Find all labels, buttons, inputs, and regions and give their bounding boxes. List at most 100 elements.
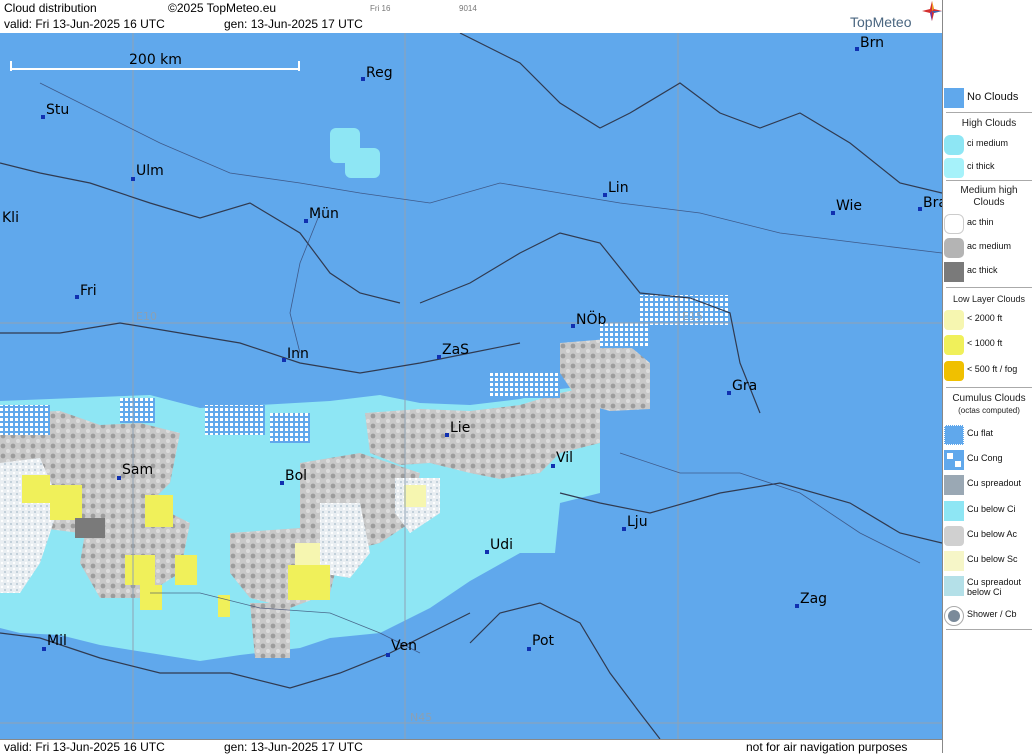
city-nob[interactable]: NÖb	[576, 310, 606, 328]
city-zas[interactable]: ZaS	[442, 342, 469, 358]
city-gra[interactable]: Gra	[732, 378, 757, 394]
city-sam[interactable]: Sam	[122, 462, 153, 478]
legend-label-ac-thin: ac thin	[967, 217, 994, 227]
legend-low-500: < 500 ft / fog	[943, 359, 1034, 381]
ci-patch-north	[330, 128, 380, 178]
legend-ac-thin: ac thin	[943, 212, 1034, 234]
legend-separator	[946, 387, 1032, 388]
legend-label-ac-thick: ac thick	[967, 265, 998, 275]
city-kli[interactable]: Kli	[2, 210, 19, 226]
legend-cu-below-sc: Cu below Sc	[943, 549, 1034, 571]
small-label-b: 9014	[459, 4, 477, 13]
city-bol[interactable]: Bol	[285, 468, 307, 484]
city-ven[interactable]: Ven	[391, 638, 417, 654]
city-reg[interactable]: Reg	[366, 65, 393, 81]
legend-label-ci-medium: ci medium	[967, 138, 1009, 148]
ac-thick-patch	[75, 518, 105, 538]
legend-label-cu-below-sc: Cu below Sc	[967, 554, 1018, 564]
city-lin[interactable]: Lin	[608, 180, 629, 196]
legend-cumulus-title-text: Cumulus Clouds	[952, 393, 1026, 404]
legend-cumulus-title: Cumulus Clouds (octas computed)	[945, 393, 1033, 417]
legend-label-low-500: < 500 ft / fog	[967, 364, 1018, 374]
legend-low-2000: < 2000 ft	[943, 308, 1034, 330]
city-fri[interactable]: Fri	[80, 283, 97, 299]
legend-label-low-1000: < 1000 ft	[967, 338, 1003, 348]
legend-ac-medium: ac medium	[943, 236, 1034, 258]
swatch-no-clouds	[944, 88, 964, 108]
legend-separator	[946, 180, 1032, 181]
legend-label-cu-cong: Cu Cong	[967, 453, 1003, 463]
swatch-low-1000	[944, 335, 964, 355]
map-title: Cloud distribution	[4, 1, 97, 15]
city-ulm[interactable]: Ulm	[136, 163, 164, 179]
city-lie[interactable]: Lie	[450, 420, 470, 436]
city-bra[interactable]: Bra	[923, 195, 942, 211]
legend-medium-title-line2: Clouds	[973, 197, 1005, 208]
legend-ac-thick: ac thick	[943, 260, 1034, 282]
city-wie[interactable]: Wie	[836, 198, 862, 214]
city-mil[interactable]: Mil	[47, 633, 67, 649]
legend-cu-below-ac: Cu below Ac	[943, 524, 1034, 546]
city-stu[interactable]: Stu	[46, 102, 69, 118]
legend-ci-medium: ci medium	[943, 133, 1034, 155]
city-pot[interactable]: Pot	[532, 633, 555, 649]
legend-label-shower-cb: Shower / Cb	[967, 609, 1017, 619]
legend-low-title: Low Layer Clouds	[952, 294, 1026, 304]
legend-shower-cb: Shower / Cb	[943, 604, 1034, 626]
swatch-cu-flat	[944, 425, 964, 445]
swatch-cu-cong	[944, 450, 964, 470]
swatch-cu-spreadout-below-ci	[944, 576, 964, 596]
legend-label-cu-spreadout-line2: below Ci	[967, 587, 1002, 597]
footer-generated-time: gen: 13-Jun-2025 17 UTC	[224, 740, 363, 754]
swatch-cu-below-ci	[944, 501, 964, 521]
legend-label-ci-thick: ci thick	[967, 161, 995, 171]
scale-label: 200 km	[129, 52, 182, 68]
legend-label-cu-flat: Cu flat	[967, 428, 994, 438]
legend-label-no-clouds: No Clouds	[967, 91, 1019, 103]
legend-label-cu-spreadout: Cu spreadout	[967, 478, 1022, 488]
swatch-ac-thick	[944, 262, 964, 282]
city-mun[interactable]: Mün	[309, 206, 339, 222]
swatch-cu-spreadout	[944, 475, 964, 495]
legend-cu-spreadout-below-ci: Cu spreadout below Ci	[943, 574, 1034, 602]
legend-ci-thick: ci thick	[943, 156, 1034, 178]
city-lju[interactable]: Lju	[627, 514, 648, 530]
swatch-cu-below-ac	[944, 526, 964, 546]
brand-name: TopMeteo	[850, 14, 912, 30]
legend-high-title: High Clouds	[961, 118, 1017, 129]
city-udi[interactable]: Udi	[490, 537, 513, 553]
city-vil[interactable]: Vil	[556, 450, 573, 466]
city-zag[interactable]: Zag	[800, 591, 827, 607]
legend-separator	[946, 112, 1032, 113]
legend-no-clouds: No Clouds	[943, 86, 1034, 108]
legend-label-ac-medium: ac medium	[967, 241, 1012, 251]
legend-label-cu-spreadout-line1: Cu spreadout	[967, 577, 1022, 587]
city-inn[interactable]: Inn	[287, 346, 309, 362]
legend-panel: No Clouds High Clouds ci medium ci thick…	[942, 0, 1034, 753]
cloud-map[interactable]: 200 km E10 E15 N45 Brn Reg Stu Ulm Lin W…	[0, 33, 942, 739]
legend-medium-title: Medium high Clouds	[945, 185, 1033, 209]
swatch-ci-thick	[944, 158, 964, 178]
grid-label-n45: N45	[410, 711, 432, 724]
swatch-ac-thin	[944, 214, 964, 234]
legend-cu-spreadout: Cu spreadout	[943, 473, 1034, 495]
legend-label-cu-spreadout-below-ci: Cu spreadout below Ci	[967, 577, 1021, 597]
swatch-cu-below-sc	[944, 551, 964, 571]
legend-cumulus-subtitle: (octas computed)	[958, 406, 1020, 415]
legend-cu-below-ci: Cu below Ci	[943, 499, 1034, 521]
legend-low-1000: < 1000 ft	[943, 333, 1034, 355]
map-footer: valid: Fri 13-Jun-2025 16 UTC gen: 13-Ju…	[0, 739, 942, 754]
small-label-a: Fri 16	[370, 4, 391, 13]
copyright: ©2025 TopMeteo.eu	[168, 1, 277, 15]
legend-separator	[946, 287, 1032, 288]
legend-separator	[946, 629, 1032, 630]
valid-time: valid: Fri 13-Jun-2025 16 UTC	[4, 17, 165, 31]
swatch-low-2000	[944, 310, 964, 330]
swatch-low-500	[944, 361, 964, 381]
legend-cu-cong: Cu Cong	[943, 448, 1034, 470]
city-brn[interactable]: Brn	[860, 35, 884, 51]
legend-label-cu-below-ci: Cu below Ci	[967, 504, 1016, 514]
generated-time: gen: 13-Jun-2025 17 UTC	[224, 17, 363, 31]
legend-label-cu-below-ac: Cu below Ac	[967, 529, 1018, 539]
footer-notice: not for air navigation purposes	[746, 740, 908, 754]
